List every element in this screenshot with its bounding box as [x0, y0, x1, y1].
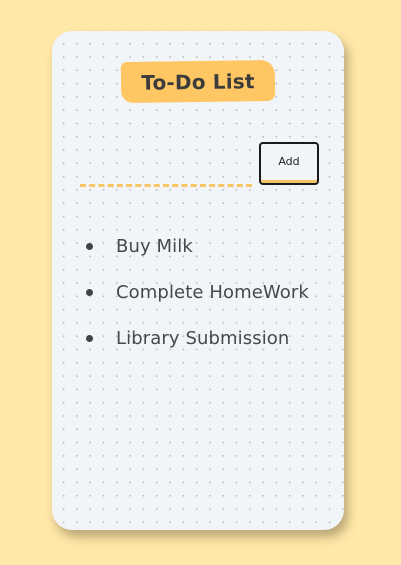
list-item[interactable]: Buy Milk — [86, 235, 309, 258]
bullet-icon — [86, 289, 93, 296]
todo-list: Buy Milk Complete HomeWork Library Submi… — [86, 235, 309, 373]
list-item[interactable]: Library Submission — [86, 327, 309, 350]
list-item[interactable]: Complete HomeWork — [86, 281, 309, 304]
app-title: To-Do List — [141, 68, 255, 95]
title-badge: To-Do List — [120, 59, 276, 104]
todo-text: Library Submission — [116, 328, 290, 349]
task-input[interactable] — [80, 162, 252, 187]
bullet-icon — [86, 335, 93, 342]
add-button[interactable]: Add — [259, 142, 319, 185]
todo-card: To-Do List Add Buy Milk Complete HomeWor… — [52, 31, 344, 530]
bullet-icon — [86, 243, 93, 250]
todo-text: Complete HomeWork — [116, 282, 309, 303]
todo-text: Buy Milk — [116, 236, 193, 257]
